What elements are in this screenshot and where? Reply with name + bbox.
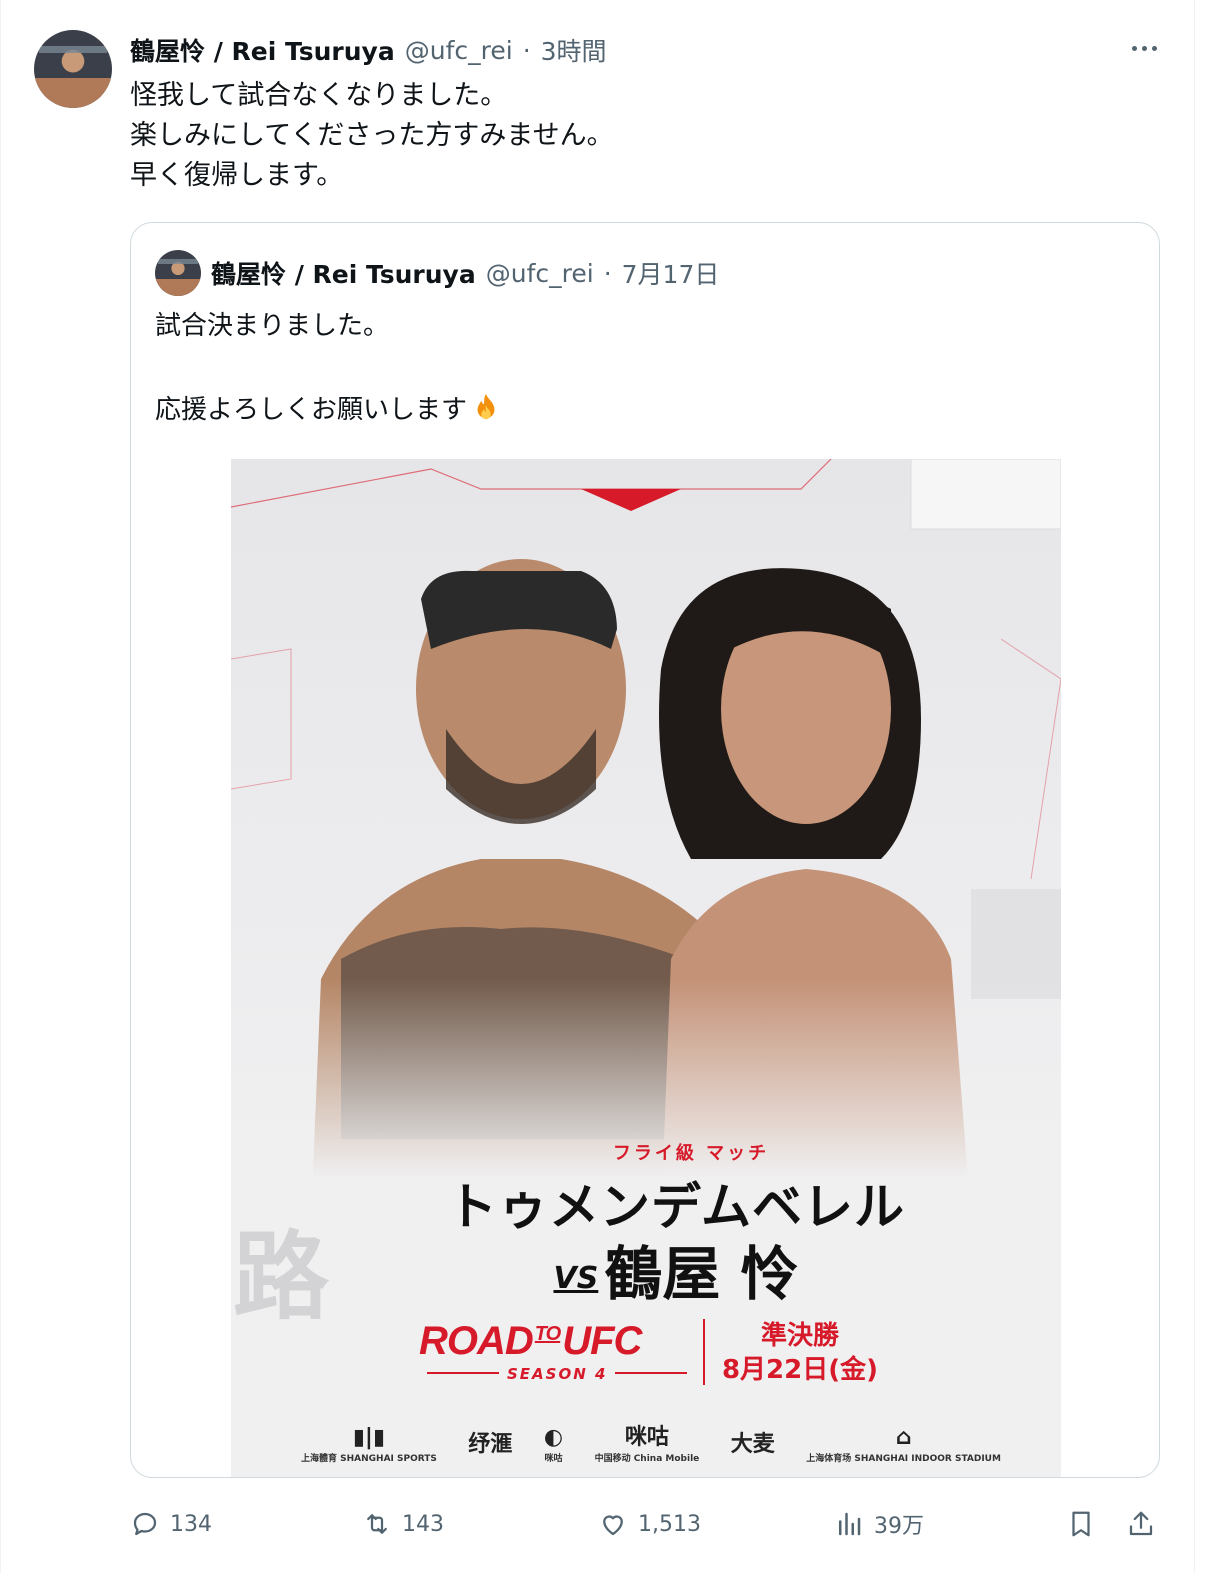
sponsor-mark: 纾滙 [468,1431,513,1457]
heart-icon [603,1515,623,1536]
retweet-count: 143 [402,1511,444,1537]
tweet-header: 鶴屋怜 / Rei Tsuruya @ufc_rei · 3時間 [130,32,607,68]
sponsor-mark: ◐ [543,1425,564,1450]
timeline-right-border [1194,0,1195,1573]
dot-icon [1141,45,1147,51]
sponsor-mark: 咪咕 [624,1425,669,1450]
poster-background [231,459,1061,1477]
bookmark-button[interactable] [1066,1500,1096,1548]
dot-icon [1131,45,1137,51]
weight-class: フライ級 マッチ [612,1143,770,1164]
sponsor-label: 咪咕 [544,1454,563,1464]
quoted-tweet-text: 試合決まりました。 応援よろしくお願いします [155,305,501,431]
tweet-text: 怪我して試合なくなりました。 楽しみにしてくださった方すみません。 早く復帰しま… [130,80,614,191]
fighter-2-line: VS 鶴屋 怜 [291,1227,1061,1311]
reply-count: 134 [170,1511,212,1537]
reply-icon [133,1512,157,1536]
fire-emoji-icon [477,393,495,420]
sponsor-logo: ◐ 咪咕 [544,1425,563,1464]
handle[interactable]: @ufc_rei [405,36,513,65]
tweet-actions: 134 143 1,513 39万 [130,1500,1170,1548]
poster-divider [703,1319,705,1385]
fighter-2-name: 鶴屋 怜 [604,1240,799,1308]
sponsor-logo: 纾滙 [468,1432,512,1458]
logo-ufc: UFC [562,1319,642,1363]
like-button[interactable]: 1,513 [598,1500,701,1548]
road-to-ufc-logo: ROAD TOUFC [419,1319,642,1364]
event-date: 8月22日(金) [721,1355,879,1385]
share-icon [1129,1511,1153,1536]
more-options-button[interactable] [1126,36,1162,60]
quoted-separator: · [603,258,612,288]
quoted-date: 7月17日 [621,260,720,289]
round-name: 準決勝 [760,1321,839,1351]
sponsor-logo: 大麦 [731,1432,775,1458]
sponsor-logos: ▮|▮ 上海體育 SHANGHAI SPORTS 纾滙 ◐ 咪咕 咪咕 中国移动 Ch… [301,1425,1001,1464]
round-info: 準決勝 8月22日(金) [715,1319,885,1387]
views-button[interactable]: 39万 [834,1500,924,1548]
sponsor-label: 上海體育 SHANGHAI SPORTS [301,1454,437,1464]
fight-poster-image[interactable]: 路 フライ級 マッチ トゥメンデムベレル VS 鶴屋 怜 ROAD TOUFC SE… [231,459,1061,1477]
view-count: 39万 [874,1514,924,1539]
logo-to: TO [534,1323,561,1345]
quoted-tweet[interactable]: 鶴屋怜 / Rei Tsuruya @ufc_rei · 7月17日 試合決まり… [130,222,1160,1478]
quoted-handle: @ufc_rei [485,258,594,288]
timeline-left-border [0,0,1,1573]
timestamp[interactable]: 3時間 [541,32,607,68]
sponsor-logo: ▮|▮ 上海體育 SHANGHAI SPORTS [301,1425,437,1464]
avatar[interactable] [34,30,112,108]
quoted-avatar [155,250,201,296]
logo-road: ROAD [419,1319,534,1363]
sponsor-label: 中国移动 China Mobile [594,1454,700,1464]
sponsor-logo: 咪咕中国移动 China Mobile [595,1425,700,1464]
quoted-tweet-header: 鶴屋怜 / Rei Tsuruya @ufc_rei · 7月17日 [155,250,720,296]
season-label: SEASON 4 [419,1365,683,1383]
sponsor-mark: ⌂ [895,1425,912,1450]
reply-button[interactable]: 134 [130,1500,212,1548]
bookmark-icon [1072,1511,1090,1537]
sponsor-mark: ▮|▮ [352,1425,386,1450]
dot-icon [1151,45,1157,51]
views-icon [839,1512,861,1536]
quoted-display-name: 鶴屋怜 / Rei Tsuruya [211,260,476,289]
separator: · [522,35,531,65]
display-name[interactable]: 鶴屋怜 / Rei Tsuruya [130,32,395,68]
sponsor-label: 上海体育场 SHANGHAI INDOOR STADIUM [806,1454,1001,1464]
quoted-text-body: 試合決まりました。 応援よろしくお願いします [155,311,468,425]
retweet-button[interactable]: 143 [362,1500,444,1548]
share-button[interactable] [1126,1500,1156,1548]
vs-label: VS [553,1261,599,1296]
sponsor-logo: ⌂ 上海体育场 SHANGHAI INDOOR STADIUM [806,1425,1001,1464]
like-count: 1,513 [638,1511,701,1537]
sponsor-mark: 大麦 [730,1431,775,1457]
retweet-icon [367,1514,387,1534]
